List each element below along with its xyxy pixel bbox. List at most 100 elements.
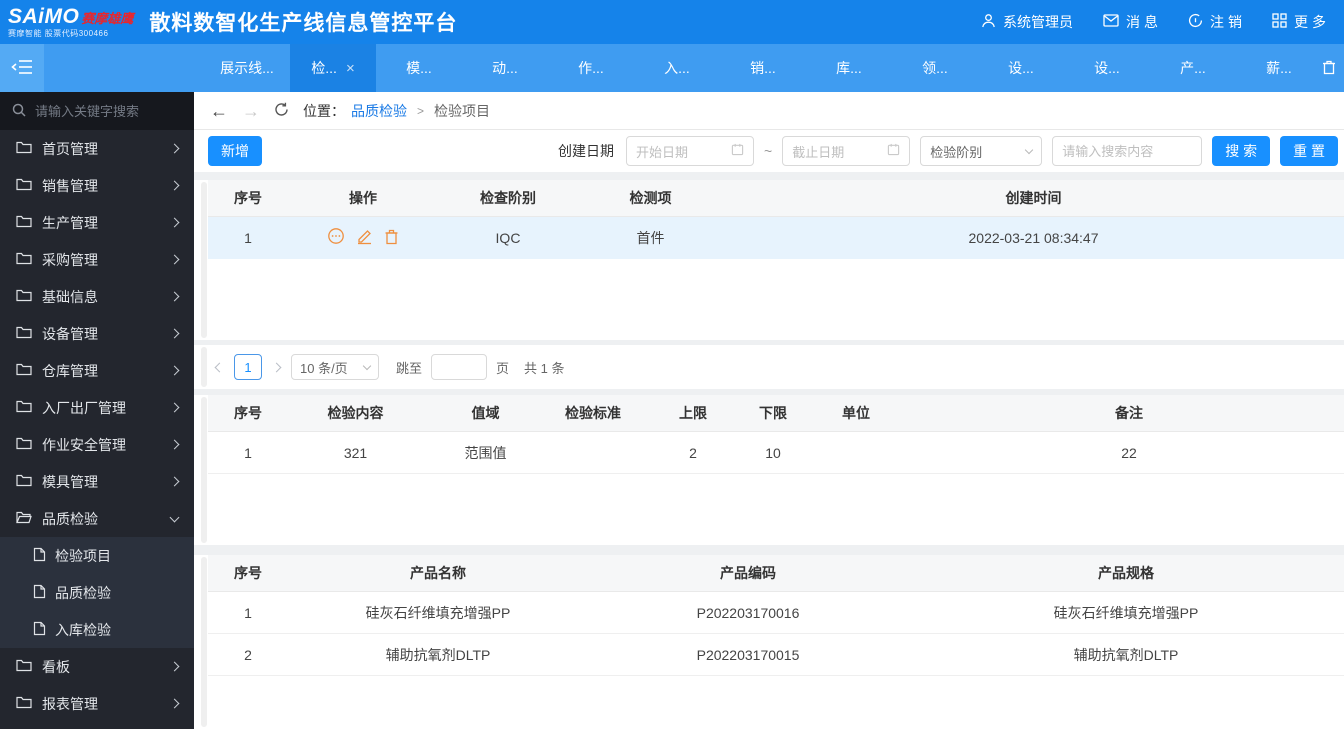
page-size-select[interactable]: 10 条/页 — [291, 354, 379, 380]
sidebar-search-input[interactable] — [35, 103, 175, 119]
tab-9[interactable]: 设... — [978, 44, 1064, 92]
folder-icon — [16, 252, 32, 268]
sidebar-item-purchasing[interactable]: 采购管理 — [0, 241, 194, 278]
breadcrumb: ← → 位置： 品质检验 > 检验项目 — [194, 92, 1344, 130]
sidebar-item-equipment[interactable]: 设备管理 — [0, 315, 194, 352]
sidebar-subitem-inbound-inspection[interactable]: 入库检验 — [0, 611, 194, 648]
chevron-right-icon — [169, 291, 180, 302]
sidebar-collapse-button[interactable] — [0, 44, 44, 92]
folder-icon — [16, 178, 32, 194]
start-date-input[interactable]: 开始日期 — [626, 136, 755, 166]
current-user-label: 系统管理员 — [1003, 14, 1073, 30]
tab-7[interactable]: 库... — [806, 44, 892, 92]
page-title: 散料数智化生产线信息管控平台 — [149, 12, 458, 35]
tab-1-active[interactable]: 检... × — [290, 44, 376, 92]
tab-12[interactable]: 薪... — [1236, 44, 1322, 92]
keyword-search-input[interactable] — [1062, 143, 1193, 159]
chevron-down-icon — [362, 361, 372, 370]
sidebar-item-quality-inspection[interactable]: 品质检验 — [0, 500, 194, 537]
inspection-items-table: 序号 操作 检查阶别 检测项 创建时间 1 IQC 首件 2022-03-21 … — [194, 180, 1344, 340]
detail-icon[interactable] — [327, 227, 345, 248]
tab-11[interactable]: 产... — [1150, 44, 1236, 92]
table-row[interactable]: 1 321 范围值 2 10 22 — [208, 432, 1344, 474]
end-date-input[interactable]: 截止日期 — [782, 136, 911, 166]
tab-10[interactable]: 设... — [1064, 44, 1150, 92]
sidebar-item-dashboard[interactable]: 看板 — [0, 648, 194, 685]
chevron-right-icon — [169, 180, 180, 191]
folder-icon — [16, 289, 32, 305]
app-window: SAiMO 赛摩雄鹰 赛摩智能 股票代码300466 散料数智化生产线信息管控平… — [0, 0, 1344, 729]
reset-button[interactable]: 重 置 — [1280, 136, 1338, 166]
sidebar-search[interactable] — [0, 92, 194, 130]
chevron-right-icon — [169, 476, 180, 487]
sidebar-item-basic-info[interactable]: 基础信息 — [0, 278, 194, 315]
messages-label: 消息 — [1126, 14, 1162, 30]
messages-button[interactable]: 消息 — [1103, 12, 1158, 32]
total-count-label: 共 1 条 — [524, 360, 565, 376]
current-user[interactable]: 系统管理员 — [981, 12, 1073, 32]
next-page-button[interactable] — [271, 362, 282, 372]
back-button[interactable]: ← — [210, 102, 228, 120]
logout-button[interactable]: 注销 — [1188, 12, 1242, 32]
sidebar-item-gate-management[interactable]: 入厂出厂管理 — [0, 389, 194, 426]
sidebar-item-sales[interactable]: 销售管理 — [0, 167, 194, 204]
chevron-right-icon — [169, 698, 180, 709]
jump-page-input[interactable] — [431, 354, 488, 380]
table-row[interactable]: 1 硅灰石纤维填充增强PP P202203170016 硅灰石纤维填充增强PP — [208, 592, 1344, 634]
folder-open-icon — [16, 511, 32, 527]
sidebar-item-home[interactable]: 首页管理 — [0, 130, 194, 167]
table-header-row: 序号 产品名称 产品编码 产品规格 — [208, 555, 1344, 592]
more-label: 更多 — [1294, 14, 1330, 30]
sidebar-subitem-inspection-items[interactable]: 检验项目 — [0, 537, 194, 574]
tab-8[interactable]: 领... — [892, 44, 978, 92]
user-icon — [981, 13, 996, 31]
file-icon — [33, 621, 46, 639]
keyword-search-box — [1052, 136, 1203, 166]
menu-fold-icon — [11, 57, 33, 80]
inspection-content-table: 序号 检验内容 值域 检验标准 上限 下限 单位 备注 1 321 范围值 2 … — [194, 395, 1344, 545]
folder-icon — [16, 326, 32, 342]
sidebar-nav: 首页管理 销售管理 生产管理 采购管理 基础信息 设备管理 仓库管理 入厂出厂 — [0, 92, 194, 729]
edit-icon[interactable] — [356, 228, 373, 248]
sidebar-item-work-safety[interactable]: 作业安全管理 — [0, 426, 194, 463]
tab-6[interactable]: 销... — [720, 44, 806, 92]
table-header-row: 序号 操作 检查阶别 检测项 创建时间 — [208, 180, 1344, 217]
folder-icon — [16, 400, 32, 416]
chevron-down-icon — [169, 512, 180, 522]
delete-icon[interactable] — [384, 228, 399, 248]
logo-brand-text: SAiMO — [8, 5, 80, 28]
tab-4[interactable]: 作... — [548, 44, 634, 92]
chevron-right-icon — [169, 439, 180, 450]
mail-icon — [1103, 14, 1119, 30]
products-table: 序号 产品名称 产品编码 产品规格 1 硅灰石纤维填充增强PP P2022031… — [194, 555, 1344, 729]
date-range-separator: ~ — [764, 143, 773, 159]
more-button[interactable]: 更多 — [1272, 12, 1326, 32]
table-row[interactable]: 1 IQC 首件 2022-03-21 08:34:47 — [208, 217, 1344, 259]
tab-3[interactable]: 动... — [462, 44, 548, 92]
forward-button[interactable]: → — [242, 102, 260, 120]
file-icon — [33, 584, 46, 602]
folder-icon — [16, 437, 32, 453]
refresh-button[interactable] — [274, 102, 289, 120]
prev-page-button[interactable] — [214, 362, 225, 372]
folder-icon — [16, 659, 32, 675]
search-button[interactable]: 搜 索 — [1212, 136, 1271, 166]
page-number-button[interactable]: 1 — [234, 354, 262, 380]
add-button[interactable]: 新增 — [208, 136, 262, 166]
folder-icon — [16, 363, 32, 379]
tab-0[interactable]: 展示线... — [204, 44, 290, 92]
table-header-row: 序号 检验内容 值域 检验标准 上限 下限 单位 备注 — [208, 395, 1344, 432]
close-all-tabs-button[interactable] — [1322, 44, 1336, 92]
sidebar-item-mold[interactable]: 模具管理 — [0, 463, 194, 500]
tab-close-icon[interactable]: × — [346, 61, 355, 76]
breadcrumb-parent-link[interactable]: 品质检验 — [351, 101, 407, 121]
sidebar-item-production[interactable]: 生产管理 — [0, 204, 194, 241]
inspection-stage-select[interactable]: 检验阶别 — [920, 136, 1043, 166]
tab-5[interactable]: 入... — [634, 44, 720, 92]
tab-2[interactable]: 模... — [376, 44, 462, 92]
sidebar-subitem-quality-inspection[interactable]: 品质检验 — [0, 574, 194, 611]
calendar-icon — [731, 143, 744, 159]
table-row[interactable]: 2 辅助抗氧剂DLTP P202203170015 辅助抗氧剂DLTP — [208, 634, 1344, 676]
sidebar-item-warehouse[interactable]: 仓库管理 — [0, 352, 194, 389]
sidebar-item-reports[interactable]: 报表管理 — [0, 685, 194, 722]
